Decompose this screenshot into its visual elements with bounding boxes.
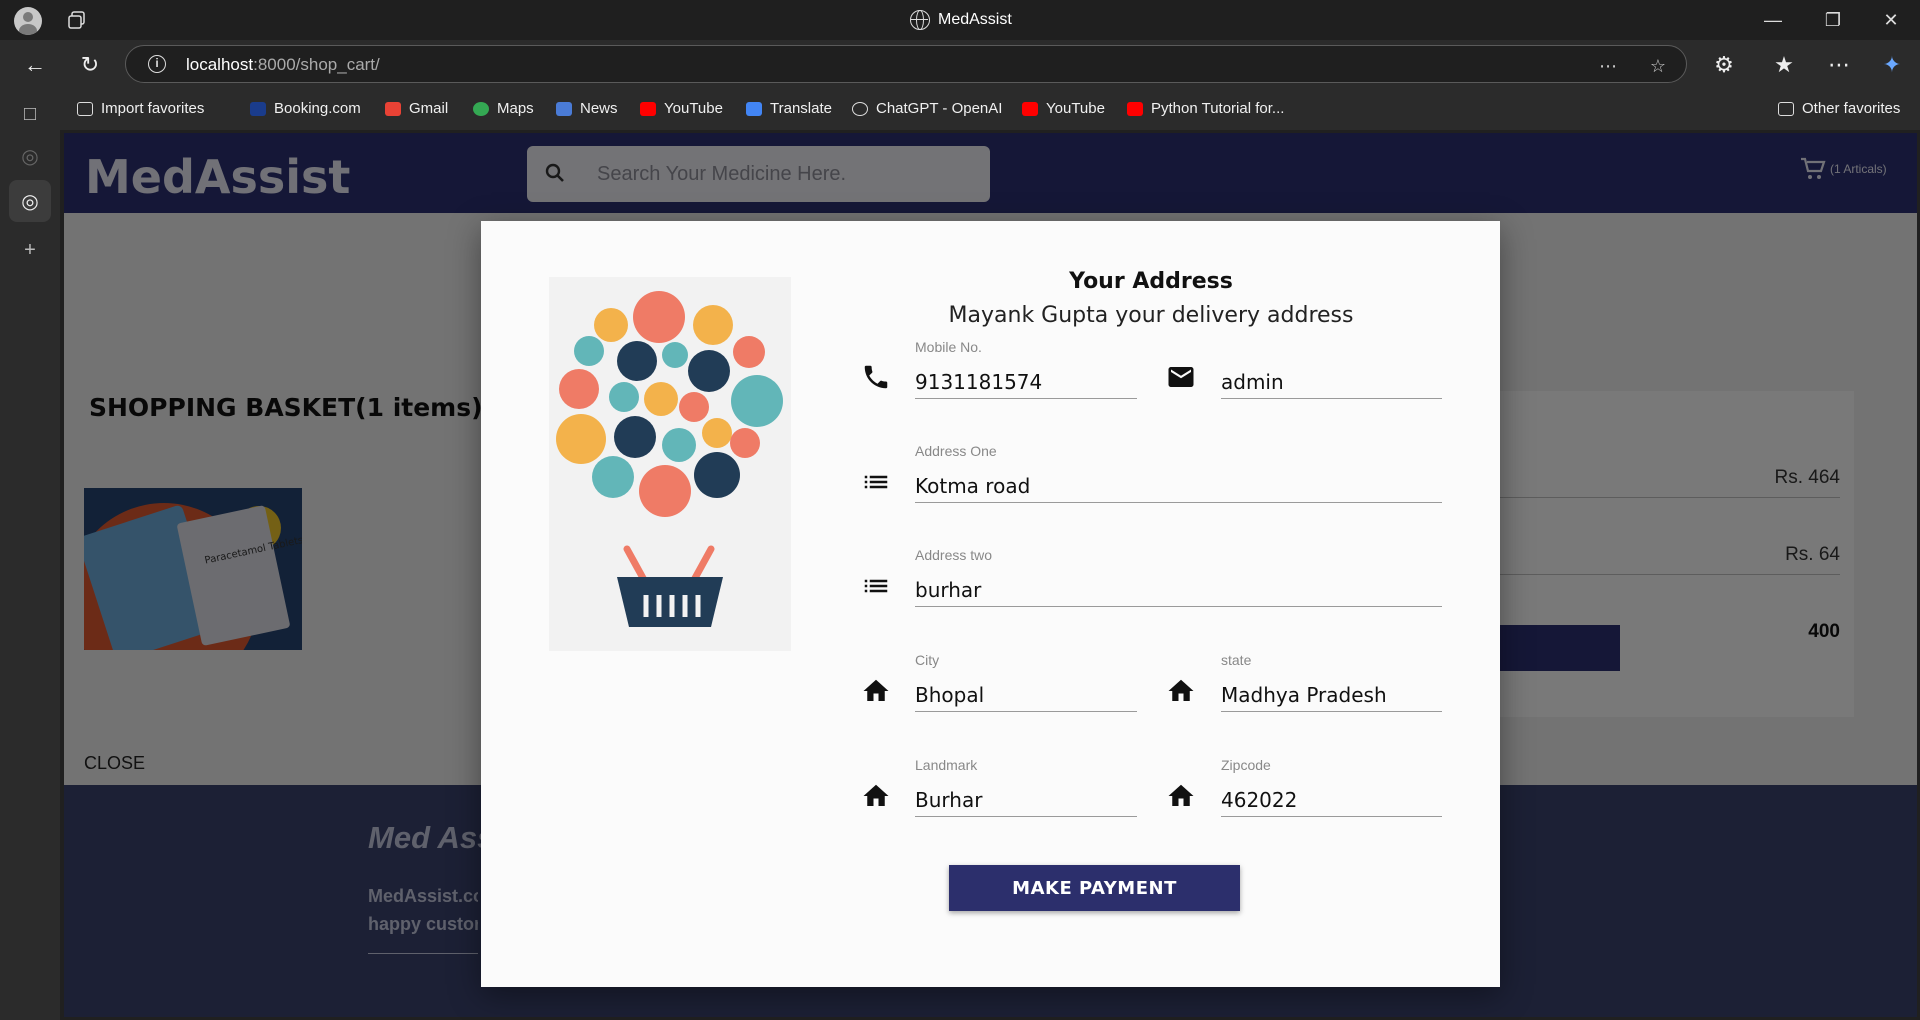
address-bar[interactable]: i localhost:8000/shop_cart/ ⋯ ☆ [125,45,1687,83]
window-title-text: MedAssist [938,11,1012,28]
url-text[interactable]: localhost:8000/shop_cart/ [186,55,380,75]
landmark-input[interactable] [915,783,1137,817]
fav-label: Translate [770,100,832,117]
address-two-input[interactable] [915,573,1442,607]
fav-import[interactable]: Import favorites [77,100,204,117]
maps-icon [473,101,489,116]
address-two-field: Address two [915,547,1442,613]
fav-label: ChatGPT - OpenAI [876,100,1003,117]
fav-gmail[interactable]: Gmail [385,100,448,117]
booking-icon [250,101,266,116]
copilot-icon[interactable]: ✦ [1878,51,1906,79]
fav-label: Python Tutorial for... [1151,100,1285,117]
home-icon [1168,679,1194,701]
restore-button[interactable]: ❐ [1810,6,1856,34]
zipcode-input[interactable] [1221,783,1442,817]
profile-avatar[interactable] [14,7,42,35]
fav-maps[interactable]: Maps [473,100,534,117]
minimize-button[interactable]: — [1750,6,1796,34]
favorites-icon[interactable]: ★ [1770,51,1798,79]
fav-youtube-2[interactable]: YouTube [1022,100,1105,117]
gmail-icon [385,101,401,116]
url-path: :8000/shop_cart/ [253,55,380,74]
mobile-field: Mobile No. [915,339,1137,405]
browser-toolbar: ← ↻ i localhost:8000/shop_cart/ ⋯ ☆ ⚙ ★ … [0,40,1920,90]
address-two-label: Address two [915,547,993,563]
state-field: state [1221,652,1442,718]
landmark-field: Landmark [915,757,1137,823]
more-menu-icon[interactable]: ⋯ [1825,51,1853,79]
address-one-input[interactable] [915,469,1442,503]
workspaces-icon[interactable] [66,9,88,31]
mobile-label: Mobile No. [915,339,982,355]
state-input[interactable] [1221,678,1442,712]
landmark-label: Landmark [915,757,978,773]
fav-label: Maps [497,100,534,117]
reader-icon[interactable]: ⋯ [1596,54,1620,78]
home-icon [863,679,889,701]
address-subtitle: Mayank Gupta your delivery address [948,303,1354,328]
extensions-icon[interactable]: ⚙ [1710,51,1738,79]
email-input[interactable] [1221,365,1442,399]
city-field: City [915,652,1137,718]
city-input[interactable] [915,678,1137,712]
fav-label: YouTube [664,100,723,117]
home-icon [1168,784,1194,806]
address-one-field: Address One [915,443,1442,509]
new-tab-icon[interactable]: + [18,238,42,262]
fav-translate[interactable]: Translate [746,100,832,117]
globe-icon[interactable]: ◎ [18,144,42,168]
back-arrow-icon[interactable]: ← [21,51,49,79]
mobile-input[interactable] [915,365,1137,399]
close-window-button[interactable]: ✕ [1868,6,1914,34]
fav-label: Other favorites [1802,100,1901,117]
window-title: MedAssist [910,10,1012,30]
shopping-basket-illustration [549,277,791,651]
favorites-bar: Import favorites Booking.com Gmail Maps … [60,90,1920,130]
browser-titlebar: MedAssist — ❐ ✕ [0,0,1920,40]
fav-booking[interactable]: Booking.com [250,100,361,117]
folder-icon [1778,101,1794,116]
address-title: Your Address [1069,269,1233,294]
fav-label: Booking.com [274,100,361,117]
fav-other[interactable]: Other favorites [1778,100,1900,117]
phone-icon [864,365,888,389]
address-one-label: Address One [915,443,997,459]
fav-news[interactable]: News [556,100,618,117]
list-icon [864,475,888,489]
info-icon[interactable]: i [148,55,166,73]
fav-label: Import favorites [101,100,205,117]
youtube-icon [1127,101,1143,116]
fav-python-tutorial[interactable]: Python Tutorial for... [1127,100,1284,117]
import-icon [77,101,93,116]
zipcode-label: Zipcode [1221,757,1271,773]
state-label: state [1221,652,1252,668]
fav-chatgpt[interactable]: ChatGPT - OpenAI [852,100,1002,117]
fav-youtube[interactable]: YouTube [640,100,723,117]
fav-label: YouTube [1046,100,1105,117]
address-modal: Your Address Mayank Gupta your delivery … [481,221,1500,987]
tab-actions-icon[interactable]: □ [18,102,42,126]
youtube-icon [1022,101,1038,116]
refresh-icon[interactable]: ↻ [76,51,104,79]
news-icon [556,101,572,116]
url-host: localhost [186,55,254,74]
fav-label: Gmail [409,100,449,117]
translate-icon [746,101,762,116]
city-label: City [915,652,940,668]
chatgpt-icon [852,101,868,116]
youtube-icon [640,101,656,116]
zipcode-field: Zipcode [1221,757,1442,823]
home-icon [863,784,889,806]
globe-icon [910,10,930,30]
star-icon[interactable]: ☆ [1646,54,1670,78]
browser-sidebar: □ ◎ ◎ + [0,90,60,1020]
list-icon [864,579,888,593]
shopping-illustration [549,277,791,651]
email-field [1221,339,1442,405]
make-payment-button[interactable]: MAKE PAYMENT [949,865,1240,911]
mail-icon [1168,367,1194,387]
globe-icon[interactable]: ◎ [18,189,42,213]
fav-label: News [580,100,618,117]
